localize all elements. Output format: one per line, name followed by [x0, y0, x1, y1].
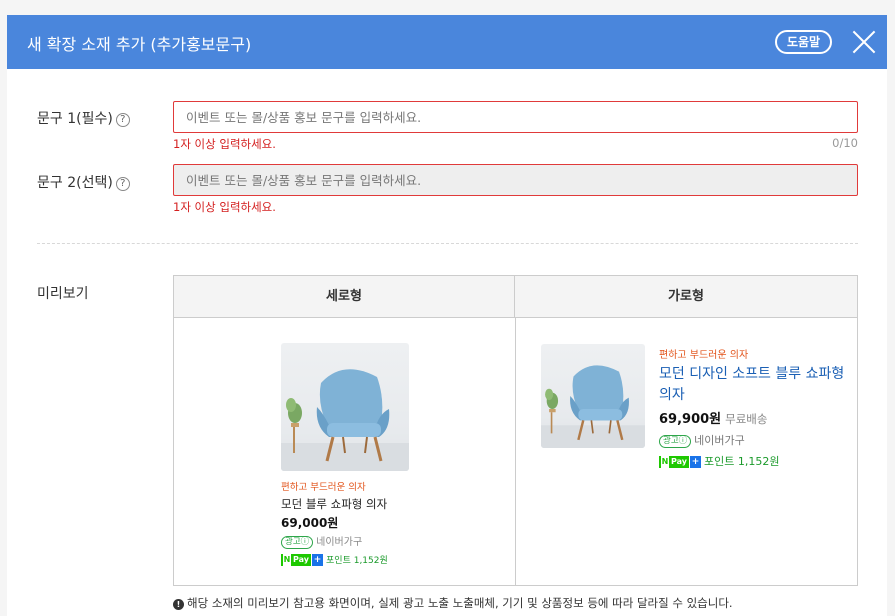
chair-image [281, 369, 409, 471]
field2-label: 문구 2(선택) [37, 175, 113, 191]
modal-dialog: 새 확장 소재 추가 (추가홍보문구) 도움말 문구 1(필수)? 1자 이상 … [7, 15, 887, 616]
preview-label: 미리보기 [37, 286, 89, 302]
field1-error: 1자 이상 입력하세요. [173, 137, 276, 151]
phrase2-input[interactable] [173, 164, 858, 196]
naverpay-icon: N Pay [281, 554, 312, 566]
modal-title: 새 확장 소재 추가 (추가홍보문구) [27, 35, 252, 54]
field1-label: 문구 1(필수) [37, 111, 113, 127]
store-name: 네이버가구 [694, 434, 745, 447]
plus-icon: + [312, 554, 324, 566]
question-circle-icon[interactable]: ? [115, 113, 130, 127]
field1-counter: 0/10 [832, 136, 858, 150]
preview-table: 세로형 가로형 편하고 부드러운 의자 모던 블루 쇼파형 의자 69,000원… [173, 275, 858, 586]
shipping-label: 무료배송 [725, 412, 768, 426]
price-row: 69,900원 무료배송 [659, 408, 849, 427]
product-name[interactable]: 모던 블루 쇼파형 의자 [281, 496, 409, 512]
pay-label: Pay [293, 555, 310, 564]
help-button[interactable]: 도움말 [775, 30, 832, 54]
promo-tag: 편하고 부드러운 의자 [659, 350, 749, 361]
field2-label-row: 문구 2(선택)? [37, 172, 130, 192]
phrase1-input[interactable] [173, 101, 858, 133]
vertical-preview-card: 편하고 부드러운 의자 모던 블루 쇼파형 의자 69,000원 광고ⓘ 네이버가… [281, 343, 409, 566]
ad-store-row: 광고ⓘ 네이버가구 [281, 533, 409, 549]
ad-store-row: 광고ⓘ 네이버가구 [659, 432, 849, 448]
product-image [541, 344, 645, 448]
horizontal-preview-card: 편하고 부드러운 의자 모던 디자인 소프트 블루 쇼파형 의자 69,900원… [659, 346, 849, 469]
pay-row: N Pay + 포인트 1,152원 [659, 453, 849, 469]
naverpay-icon: N Pay [659, 456, 690, 468]
pay-row: N Pay + 포인트 1,152원 [281, 553, 409, 566]
preview-footnote: ! 해당 소재의 미리보기 참고용 화면이며, 실제 광고 노출 노출매체, 기기… [173, 595, 733, 611]
modal-header: 새 확장 소재 추가 (추가홍보문구) 도움말 [7, 15, 887, 69]
ad-badge: 광고ⓘ [281, 536, 314, 549]
points-text: 포인트 1,152원 [326, 556, 388, 566]
question-circle-icon[interactable]: ? [115, 177, 130, 191]
column-divider [515, 318, 516, 585]
field2-error: 1자 이상 입력하세요. [173, 200, 276, 214]
chair-image [541, 365, 645, 448]
points-text: 포인트 1,152원 [704, 455, 780, 468]
tab-vertical: 세로형 [174, 276, 515, 318]
close-icon[interactable] [851, 29, 877, 55]
ad-badge: 광고ⓘ [659, 435, 692, 448]
product-price: 69,900원 [659, 412, 722, 427]
store-name: 네이버가구 [316, 537, 363, 548]
promo-tag: 편하고 부드러운 의자 [281, 482, 366, 493]
tab-horizontal: 가로형 [515, 276, 857, 318]
pay-label: Pay [671, 457, 688, 466]
section-divider [37, 243, 858, 244]
product-name[interactable]: 모던 디자인 소프트 블루 쇼파형 의자 [659, 364, 849, 406]
product-image [281, 343, 409, 471]
plus-icon: + [690, 456, 702, 468]
field1-label-row: 문구 1(필수)? [37, 108, 130, 128]
footnote-text: 해당 소재의 미리보기 참고용 화면이며, 실제 광고 노출 노출매체, 기기 … [187, 596, 733, 610]
info-icon: ! [173, 599, 184, 610]
product-price: 69,000원 [281, 516, 339, 530]
